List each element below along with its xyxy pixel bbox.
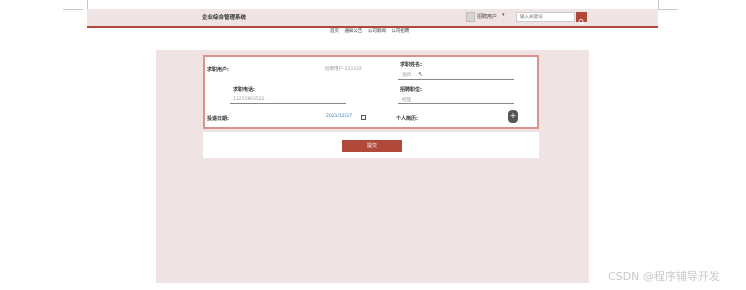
chevron-down-icon[interactable]: ▾: [502, 12, 505, 18]
phone-label: 求职电话:: [233, 87, 255, 93]
doc-edge-right: [658, 0, 659, 10]
upload-resume-button[interactable]: +: [508, 110, 518, 123]
applicant-name-underline: [398, 79, 514, 80]
nav-item-notices[interactable]: 通知公告: [344, 29, 362, 34]
search-icon: [578, 19, 585, 25]
applicant-user-label: 求职用户:: [207, 67, 229, 73]
doc-corner-left: [63, 9, 83, 10]
user-avatar-icon[interactable]: [466, 12, 475, 22]
sub-nav: 首页 通知公告 公司新闻 公司招聘: [330, 28, 413, 34]
date-field[interactable]: 2021/12/27: [326, 114, 352, 119]
app-title: 企业综合管理系统: [202, 15, 247, 21]
top-header: 企业综合管理系统 招聘用户 ▾: [87, 9, 658, 28]
calendar-icon[interactable]: [361, 115, 366, 120]
nav-item-home[interactable]: 首页: [330, 29, 339, 34]
applicant-name-field[interactable]: 张四: [402, 72, 411, 78]
watermark: CSDN @程序辅导开发: [608, 270, 720, 283]
resume-label: 个人简历:: [396, 116, 418, 122]
user-menu-label[interactable]: 招聘用户: [477, 13, 497, 20]
search-input[interactable]: [516, 12, 575, 22]
applicant-name-label: 求职姓名:: [400, 62, 422, 68]
phone-underline: [230, 103, 346, 104]
nav-item-recruitment[interactable]: 公司招聘: [391, 29, 409, 34]
phone-field[interactable]: 13255863522: [233, 97, 265, 102]
position-underline: [398, 103, 514, 104]
submit-button[interactable]: 提交: [342, 140, 402, 152]
position-label: 招聘职位:: [400, 87, 422, 93]
search-button[interactable]: [576, 12, 587, 25]
doc-corner-right: [658, 9, 678, 10]
mouse-cursor-icon: ↖: [418, 71, 424, 78]
date-label: 投递日期:: [207, 116, 229, 122]
nav-item-news[interactable]: 公司新闻: [368, 29, 386, 34]
applicant-user-value: 招聘用户-222222: [325, 67, 362, 72]
